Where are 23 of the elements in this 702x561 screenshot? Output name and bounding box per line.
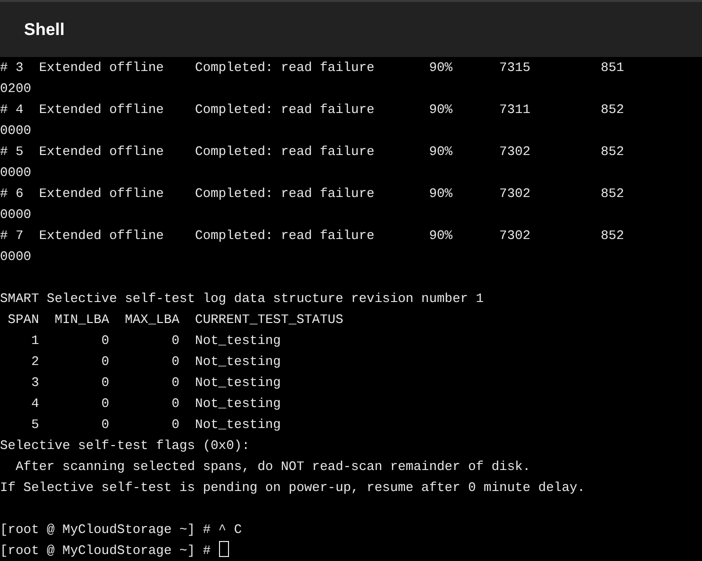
terminal-line: 0000 [0, 248, 32, 266]
terminal-line: 0000 [0, 122, 32, 140]
terminal-line: After scanning selected spans, do NOT read-scan remainder of disk. [14, 458, 532, 476]
terminal-line: SMART Selective self-test log data structure revision number 1 [0, 290, 485, 308]
terminal-line: 2 0 0 Not_testing [30, 353, 282, 371]
terminal-line: # 7 Extended offline Completed: read failure 90% 7302 852 [0, 227, 626, 245]
terminal-line: # 4 Extended offline Completed: read failure 90% 7311 852 [0, 101, 626, 119]
terminal-line: 3 0 0 Not_testing [30, 374, 282, 392]
terminal-line: 5 0 0 Not_testing [30, 416, 282, 434]
terminal-line: # 5 Extended offline Completed: read failure 90% 7302 852 [0, 143, 626, 161]
command-prompt: [root @ MyCloudStorage ~] # ^ C [0, 522, 242, 537]
page-title: Shell [24, 18, 65, 41]
terminal-line: 0200 [0, 80, 32, 98]
terminal-line: 1 0 0 Not_testing [30, 332, 282, 350]
terminal-line: If Selective self-test is pending on power-up, resume after 0 minute delay. [0, 479, 586, 497]
command-prompt: [root @ MyCloudStorage ~] # [0, 543, 211, 558]
terminal-line: 0000 [0, 164, 32, 182]
terminal-line: Selective self-test flags (0x0): [0, 437, 251, 455]
terminal-line: # 6 Extended offline Completed: read failure 90% 7302 852 [0, 185, 626, 203]
terminal-line: 0000 [0, 206, 32, 224]
terminal-line: SPAN MIN_LBA MAX_LBA CURRENT_TEST_STATUS [6, 311, 344, 329]
terminal-line: # 3 Extended offline Completed: read failure 90% 7315 851 [0, 59, 626, 77]
terminal-line: 4 0 0 Not_testing [30, 395, 282, 413]
